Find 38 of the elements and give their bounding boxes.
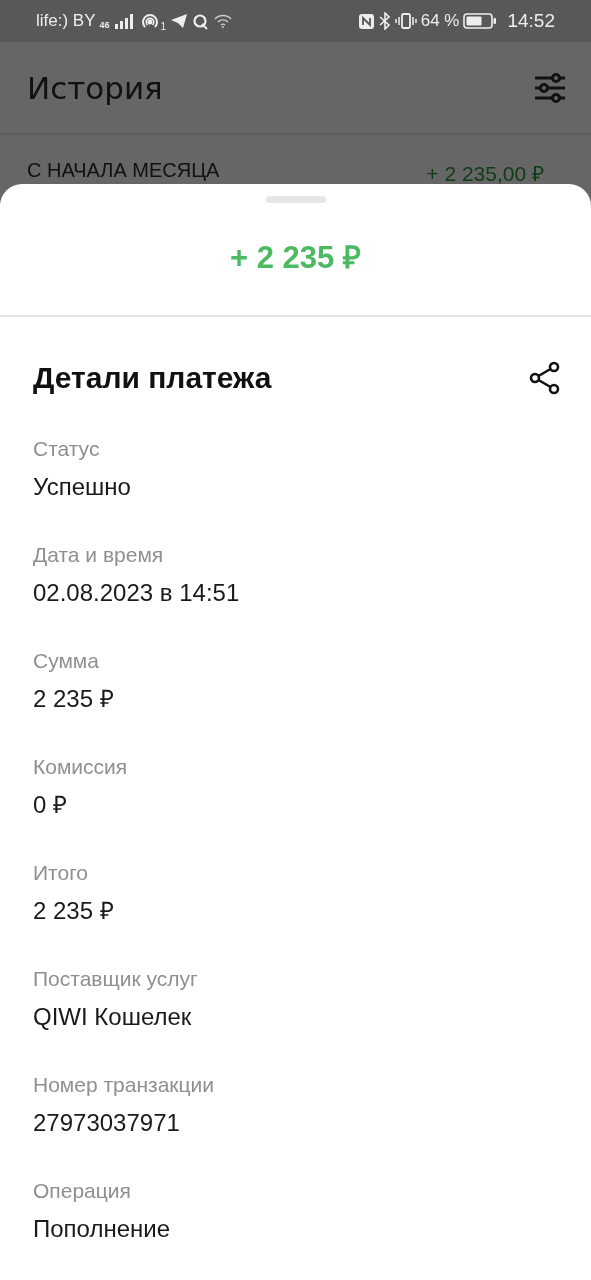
field-label: Номер транзакции xyxy=(33,1072,216,1098)
drag-handle[interactable] xyxy=(265,196,326,203)
section-title: Детали платежа xyxy=(33,361,272,395)
field-label: Статус xyxy=(33,436,101,462)
field-value: 27973037971 xyxy=(33,1108,181,1138)
field-label: Сумма xyxy=(33,648,100,674)
payment-amount: + 2 235 ₽ xyxy=(230,242,361,274)
field-value: Успешно xyxy=(33,472,132,502)
period-amount: + 2 235,00 ₽ xyxy=(426,161,544,187)
field-value: 2 235 ₽ xyxy=(33,896,115,926)
field-value: Пополнение xyxy=(33,1214,172,1244)
hotspot-count: 1 xyxy=(160,20,167,32)
field-value: 2 235 ₽ xyxy=(33,684,115,714)
field-label: Итого xyxy=(33,860,90,886)
paper-plane-icon xyxy=(170,13,189,29)
field-label: Поставщик услуг xyxy=(33,966,199,992)
filter-icon[interactable] xyxy=(534,72,566,103)
battery-icon xyxy=(463,12,498,30)
bluetooth-icon xyxy=(378,12,391,30)
field-value: 0 ₽ xyxy=(33,790,68,820)
field-value: 02.08.2023 в 14:51 xyxy=(33,578,241,608)
nfc-icon xyxy=(357,12,375,30)
signal-icon xyxy=(113,13,136,29)
field-label: Операция xyxy=(33,1178,132,1204)
field-value: QIWI Кошелек xyxy=(33,1002,193,1032)
q-icon xyxy=(192,12,210,30)
field-label: Комиссия xyxy=(33,754,129,780)
vibrate-icon xyxy=(394,12,417,30)
hotspot-icon xyxy=(139,12,160,30)
field-label: Дата и время xyxy=(33,542,165,568)
period-label: С НАЧАЛА МЕСЯЦА xyxy=(27,159,220,183)
wifi-icon xyxy=(213,13,234,29)
network-type: 46 xyxy=(99,19,110,30)
carrier-name: life:) BY xyxy=(36,11,96,31)
battery-percentage: 64 % xyxy=(420,11,460,31)
share-icon[interactable] xyxy=(529,361,561,395)
page-title: История xyxy=(27,69,163,106)
clock-time: 14:52 xyxy=(507,10,555,32)
